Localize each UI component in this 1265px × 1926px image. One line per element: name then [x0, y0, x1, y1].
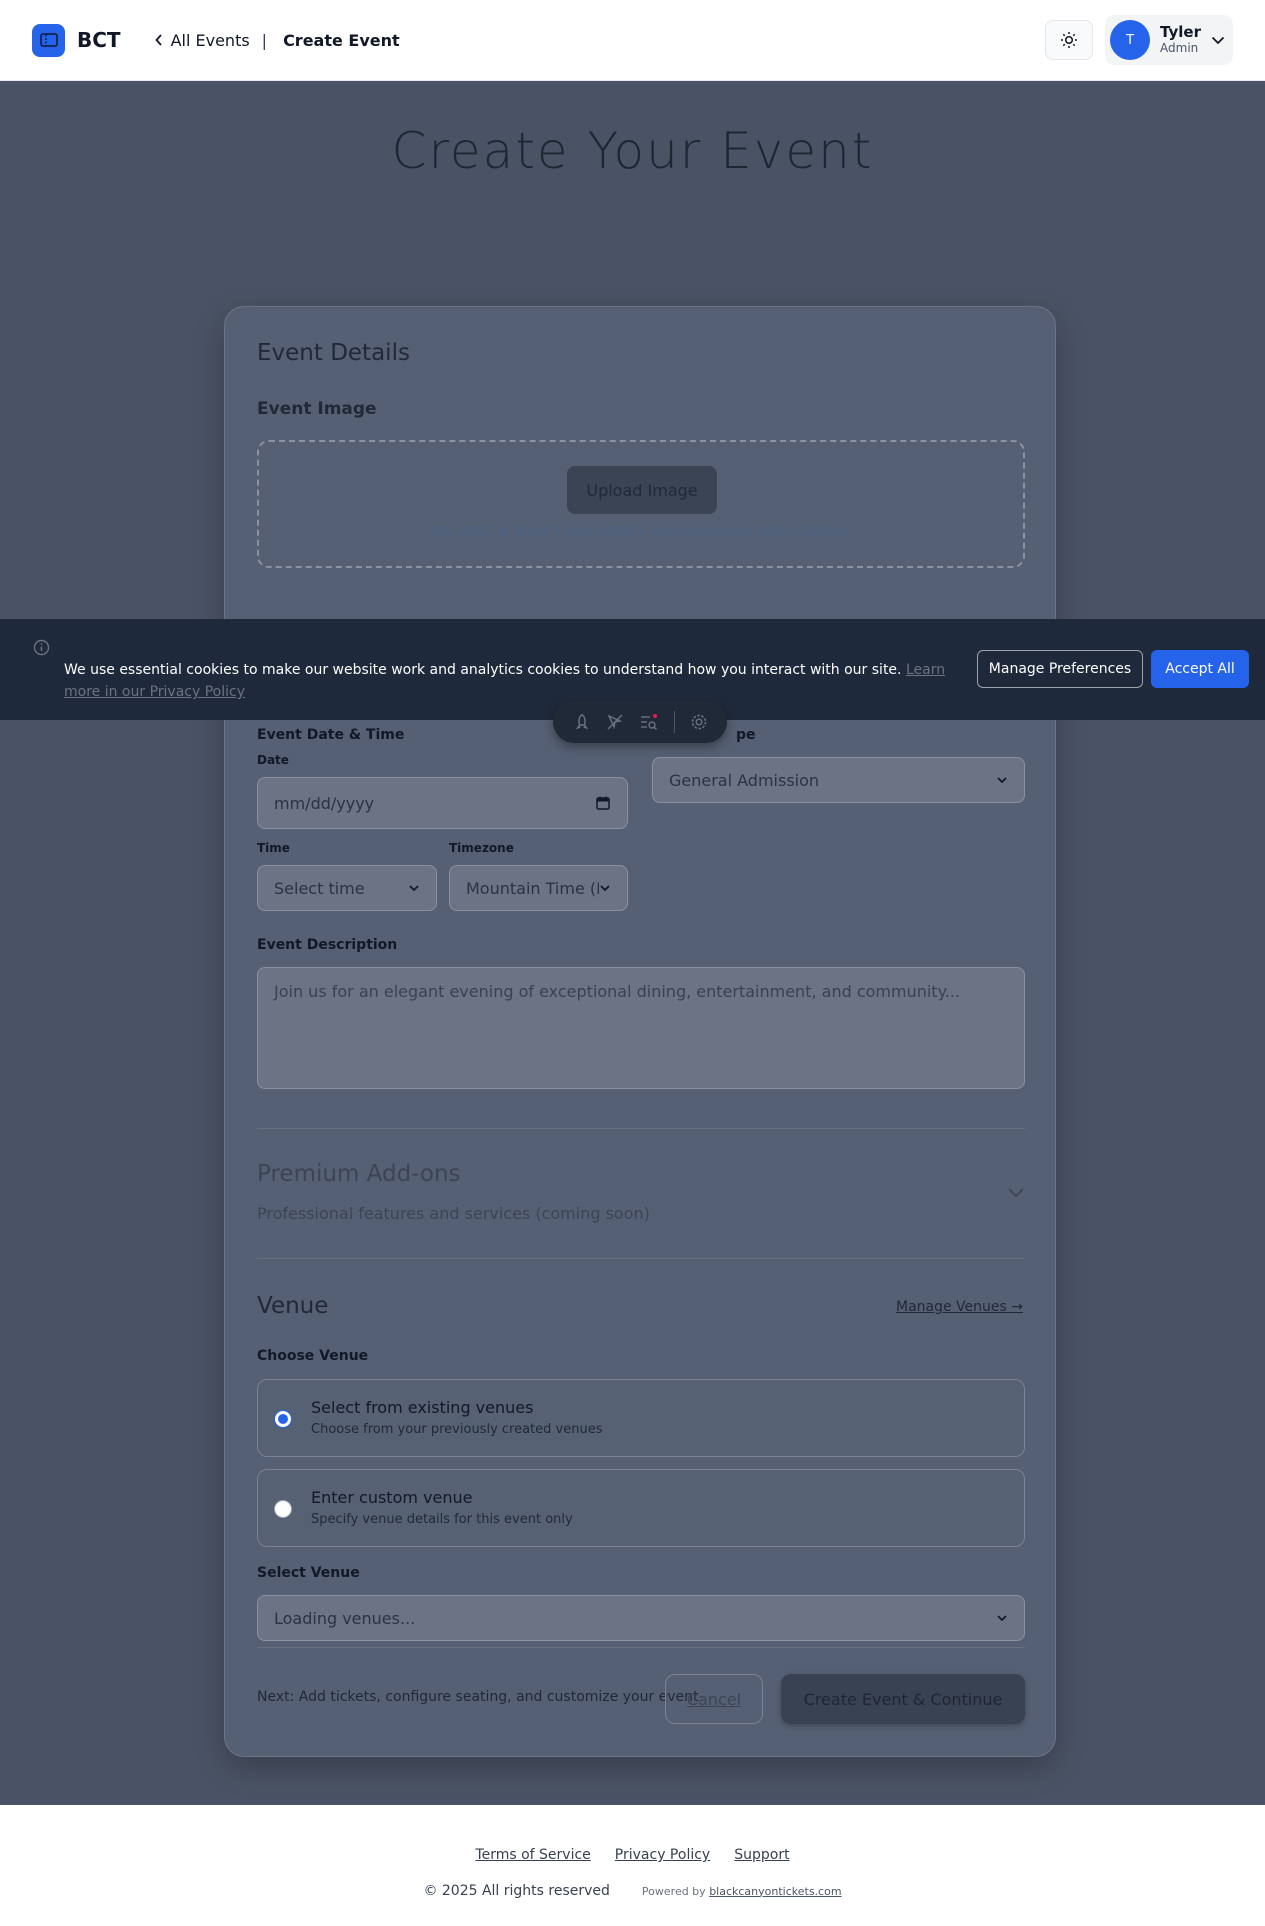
event-date-time-label: Event Date & Time [257, 727, 405, 743]
footer-links: Terms of Service Privacy Policy Support [0, 1847, 1265, 1863]
rocket-icon[interactable] [573, 713, 591, 731]
audit-list-icon[interactable] [639, 713, 659, 731]
option-description: Choose from your previously created venu… [311, 1422, 603, 1437]
breadcrumb: All Events | Create Event [154, 30, 400, 50]
date-placeholder: mm/dd/yyyy [274, 793, 375, 813]
privacy-policy-link[interactable]: Privacy Policy [615, 1847, 710, 1863]
venue-select[interactable]: Loading venues... [257, 1595, 1025, 1641]
breadcrumb-current: Create Event [283, 30, 400, 50]
cookie-message: We use essential cookies to make our web… [64, 659, 964, 703]
chevron-down-icon [1008, 1188, 1024, 1198]
time-select[interactable]: Select time [257, 865, 437, 911]
date-label: Date [257, 753, 289, 767]
divider [257, 1128, 1025, 1129]
timezone-value: Mountain Time (MST/MDT) [466, 878, 599, 898]
radio-existing-venues[interactable] [274, 1410, 292, 1428]
manage-preferences-button[interactable]: Manage Preferences [977, 650, 1143, 688]
inspect-cursor-icon[interactable] [606, 713, 624, 731]
floating-dev-toolbar [553, 701, 727, 743]
avatar: T [1110, 20, 1151, 60]
event-details-heading: Event Details [257, 340, 410, 366]
chevron-down-icon [600, 885, 610, 892]
chevron-down-icon [997, 1615, 1007, 1622]
powered-by-link[interactable]: blackcanyontickets.com [709, 1885, 841, 1898]
select-venue-label: Select Venue [257, 1565, 360, 1581]
user-name: Tyler [1160, 23, 1201, 42]
event-description-textarea[interactable]: Join us for an elegant evening of except… [257, 967, 1025, 1089]
cancel-button[interactable]: Cancel [665, 1674, 763, 1724]
timezone-label: Timezone [449, 841, 514, 855]
info-icon [33, 639, 50, 656]
calendar-icon[interactable] [595, 795, 611, 811]
powered-by: Powered by blackcanyontickets.com [642, 1885, 842, 1898]
terms-of-service-link[interactable]: Terms of Service [475, 1847, 590, 1863]
premium-addons-subtitle: Professional features and services (comi… [257, 1204, 650, 1223]
description-placeholder: Join us for an elegant evening of except… [274, 982, 961, 1001]
venue-heading: Venue [257, 1293, 329, 1319]
toolbar-separator [673, 711, 675, 733]
event-form-card: Event Details Event Image Upload Image J… [224, 306, 1056, 1757]
option-title: Select from existing venues [311, 1398, 534, 1417]
upload-hint: JPG, PNG, or WebP • Max 10MB • Recommend… [431, 525, 851, 540]
radio-custom-venue[interactable] [274, 1500, 292, 1518]
copyright: © 2025 All rights reserved [423, 1883, 610, 1899]
create-event-button[interactable]: Create Event & Continue [781, 1674, 1025, 1724]
event-description-label: Event Description [257, 937, 398, 953]
venue-option-existing[interactable]: Select from existing venues Choose from … [257, 1379, 1025, 1457]
user-menu-button[interactable]: T Tyler Admin [1105, 15, 1233, 65]
timezone-select[interactable]: Mountain Time (MST/MDT) [449, 865, 628, 911]
time-label: Time [257, 841, 290, 855]
page-footer: Terms of Service Privacy Policy Support … [0, 1805, 1265, 1926]
theme-toggle-button[interactable] [1045, 20, 1094, 60]
user-role: Admin [1160, 40, 1199, 55]
chevron-down-icon [997, 777, 1007, 784]
upload-image-button[interactable]: Upload Image [567, 466, 717, 514]
date-input[interactable]: mm/dd/yyyy [257, 777, 628, 829]
cookie-text: We use essential cookies to make our web… [64, 662, 902, 678]
chevron-down-icon [409, 885, 419, 892]
event-image-label: Event Image [257, 399, 377, 419]
back-to-all-events-link[interactable]: All Events [154, 30, 250, 50]
divider [257, 1258, 1025, 1259]
seating-type-value: General Admission [669, 770, 820, 790]
time-value: Select time [274, 878, 365, 898]
manage-venues-link[interactable]: Manage Venues → [896, 1299, 1023, 1315]
ticket-logo-icon[interactable] [32, 23, 65, 57]
option-description: Specify venue details for this event onl… [311, 1512, 573, 1527]
option-title: Enter custom venue [311, 1488, 473, 1507]
gear-icon[interactable] [690, 713, 708, 731]
seating-type-select[interactable]: General Admission [652, 757, 1025, 803]
support-link[interactable]: Support [734, 1847, 789, 1863]
breadcrumb-separator: | [261, 30, 268, 50]
accept-all-button[interactable]: Accept All [1151, 650, 1249, 688]
next-steps-note: Next: Add tickets, configure seating, an… [257, 1689, 699, 1705]
chevron-left-icon [154, 34, 162, 46]
image-dropzone[interactable]: Upload Image JPG, PNG, or WebP • Max 10M… [257, 440, 1025, 568]
back-label: All Events [170, 30, 250, 50]
top-navigation-bar: BCT All Events | Create Event T Tyler Ad… [0, 0, 1265, 81]
choose-venue-label: Choose Venue [257, 1348, 369, 1364]
venue-select-value: Loading venues... [274, 1608, 416, 1628]
brand-name[interactable]: BCT [77, 28, 121, 52]
premium-addons-title: Premium Add-ons [257, 1161, 461, 1187]
venue-option-custom[interactable]: Enter custom venue Specify venue details… [257, 1469, 1025, 1547]
page-title: Create Your Event [391, 122, 874, 180]
powered-prefix: Powered by [641, 1884, 706, 1898]
chevron-down-icon [1211, 36, 1225, 44]
sun-icon [1061, 32, 1078, 48]
seating-type-label: pe [736, 727, 756, 743]
divider [257, 1647, 1025, 1648]
